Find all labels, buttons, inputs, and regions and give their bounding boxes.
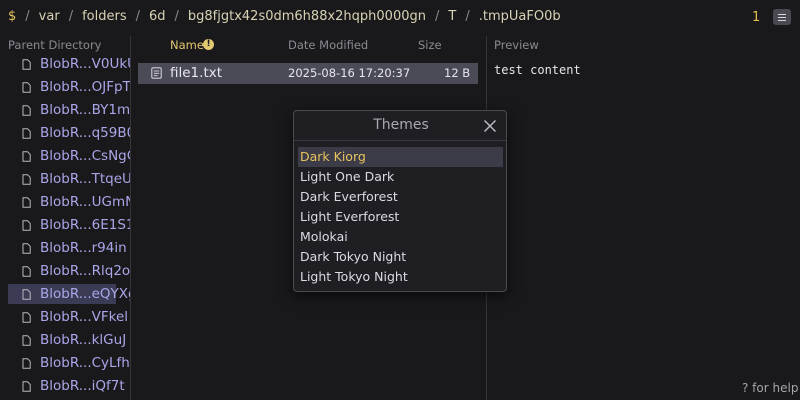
file-name: file1.txt bbox=[170, 65, 223, 81]
parent-directory-item-label: BlobR...VFkel bbox=[40, 309, 129, 325]
parent-directory-item[interactable]: BlobR...q59B0 bbox=[8, 123, 130, 143]
parent-directory-item[interactable]: BlobR...CyLfh bbox=[8, 353, 130, 373]
pane-divider[interactable] bbox=[130, 36, 131, 400]
file-icon bbox=[22, 151, 31, 162]
parent-directory-item-label: BlobR...klGuJ bbox=[40, 332, 127, 348]
breadcrumb-t[interactable]: T bbox=[448, 9, 456, 24]
file-icon bbox=[22, 381, 31, 392]
parent-directory-item[interactable]: BlobR...UGmN4 bbox=[8, 192, 130, 212]
parent-directory-item-label: BlobR...TtqeU bbox=[40, 171, 130, 187]
text-file-icon bbox=[151, 67, 162, 79]
parent-directory-item-label: BlobR...q59B0 bbox=[40, 125, 130, 141]
notification-count[interactable]: 1 bbox=[752, 10, 760, 25]
file-icon bbox=[22, 174, 31, 185]
breadcrumb-var[interactable]: var bbox=[39, 9, 60, 24]
parent-directory-item[interactable]: BlobR...OJFpT bbox=[8, 77, 130, 97]
theme-option[interactable]: Molokai bbox=[298, 227, 503, 247]
modal-divider bbox=[294, 140, 506, 141]
parent-directory-item-label: BlobR...r94in bbox=[40, 240, 127, 256]
parent-directory-item-label: BlobR...eQYXg bbox=[40, 286, 130, 302]
parent-directory-item-label: BlobR...Rlq2o bbox=[40, 263, 130, 279]
file-size: 12 B bbox=[444, 66, 471, 80]
breadcrumb-hash-dir[interactable]: bg8fjgtx42s0dm6h88x2hqph0000gn bbox=[188, 9, 426, 24]
column-header-name[interactable]: Name bbox=[170, 38, 204, 52]
parent-directory-item-label: BlobR...OJFpT bbox=[40, 79, 130, 95]
file-icon bbox=[22, 243, 31, 254]
file-icon bbox=[22, 335, 31, 346]
parent-directory-title: Parent Directory bbox=[8, 38, 102, 52]
modal-title: Themes bbox=[373, 117, 429, 133]
file-icon bbox=[22, 266, 31, 277]
parent-directory-item[interactable]: BlobR...BY1mx bbox=[8, 100, 130, 120]
sort-indicator-icon: ! bbox=[203, 39, 214, 50]
parent-directory-item[interactable]: BlobR...Rlq2o bbox=[8, 261, 130, 281]
parent-directory-item-label: BlobR...6E1S1 bbox=[40, 217, 130, 233]
parent-directory-item[interactable]: BlobR...iQf7t bbox=[8, 376, 130, 396]
preview-content: test content bbox=[494, 63, 581, 77]
parent-directory-item[interactable]: BlobR...VFkel bbox=[8, 307, 130, 327]
parent-directory-item-label: BlobR...V0UkU bbox=[40, 56, 130, 72]
breadcrumb-home[interactable]: $ bbox=[8, 9, 16, 24]
parent-directory-item[interactable]: BlobR...6E1S1 bbox=[8, 215, 130, 235]
parent-directory-item[interactable]: BlobR...TtqeU bbox=[8, 169, 130, 189]
theme-option[interactable]: Light Everforest bbox=[298, 207, 503, 227]
parent-directory-item[interactable]: BlobR...klGuJ bbox=[8, 330, 130, 350]
parent-directory-item[interactable]: BlobR...V0UkU bbox=[8, 54, 130, 74]
file-icon bbox=[22, 289, 31, 300]
breadcrumb: $ / var / folders / 6d / bg8fjgtx42s0dm6… bbox=[8, 9, 561, 24]
parent-directory-item[interactable]: BlobR...r94in bbox=[8, 238, 130, 258]
theme-option[interactable]: Dark Tokyo Night bbox=[298, 247, 503, 267]
breadcrumb-separator: / bbox=[465, 9, 470, 24]
breadcrumb-separator: / bbox=[135, 9, 140, 24]
parent-directory-item-label: BlobR...BY1mx bbox=[40, 102, 130, 118]
file-icon bbox=[22, 59, 31, 70]
parent-directory-item-label: BlobR...CsNgG bbox=[40, 148, 130, 164]
file-row[interactable]: file1.txt 2025-08-16 17:20:37 12 B bbox=[138, 63, 478, 84]
file-icon bbox=[22, 82, 31, 93]
themes-modal: Themes Dark Kiorg Light One Dark Dark Ever… bbox=[293, 110, 507, 292]
hamburger-menu-icon[interactable] bbox=[773, 9, 791, 25]
column-header-size[interactable]: Size bbox=[418, 38, 442, 52]
parent-directory-item-label: BlobR...CyLfh bbox=[40, 355, 130, 371]
parent-directory-item-label: BlobR...iQf7t bbox=[40, 378, 125, 394]
close-icon[interactable] bbox=[483, 119, 497, 133]
file-icon bbox=[22, 128, 31, 139]
breadcrumb-separator: / bbox=[435, 9, 440, 24]
file-date-modified: 2025-08-16 17:20:37 bbox=[288, 66, 411, 80]
help-hint[interactable]: ? for help bbox=[742, 381, 798, 395]
theme-option[interactable]: Dark Everforest bbox=[298, 187, 503, 207]
parent-directory-list: BlobR...V0UkU BlobR...OJFpT BlobR...BY1mx B… bbox=[8, 54, 130, 400]
breadcrumb-folders[interactable]: folders bbox=[82, 9, 127, 24]
parent-directory-item-label: BlobR...UGmN4 bbox=[40, 194, 130, 210]
parent-directory-item[interactable]: BlobR...CsNgG bbox=[8, 146, 130, 166]
parent-directory-item[interactable]: BlobR...eQYXg bbox=[8, 284, 130, 304]
file-icon bbox=[22, 358, 31, 369]
breadcrumb-6d[interactable]: 6d bbox=[149, 9, 166, 24]
file-icon bbox=[22, 105, 31, 116]
column-header-date[interactable]: Date Modified bbox=[288, 38, 368, 52]
breadcrumb-current[interactable]: .tmpUaFO0b bbox=[479, 9, 561, 24]
file-icon bbox=[22, 312, 31, 323]
breadcrumb-separator: / bbox=[25, 9, 30, 24]
breadcrumb-separator: / bbox=[174, 9, 179, 24]
theme-option[interactable]: Dark Kiorg bbox=[298, 147, 503, 167]
breadcrumb-separator: / bbox=[68, 9, 74, 24]
file-icon bbox=[22, 197, 31, 208]
file-icon bbox=[22, 220, 31, 231]
theme-option[interactable]: Light One Dark bbox=[298, 167, 503, 187]
preview-title: Preview bbox=[494, 38, 539, 52]
header-bar: $ / var / folders / 6d / bg8fjgtx42s0dm6… bbox=[0, 0, 800, 34]
theme-list: Dark Kiorg Light One Dark Dark Everforest L… bbox=[298, 147, 503, 287]
theme-option[interactable]: Light Tokyo Night bbox=[298, 267, 503, 287]
